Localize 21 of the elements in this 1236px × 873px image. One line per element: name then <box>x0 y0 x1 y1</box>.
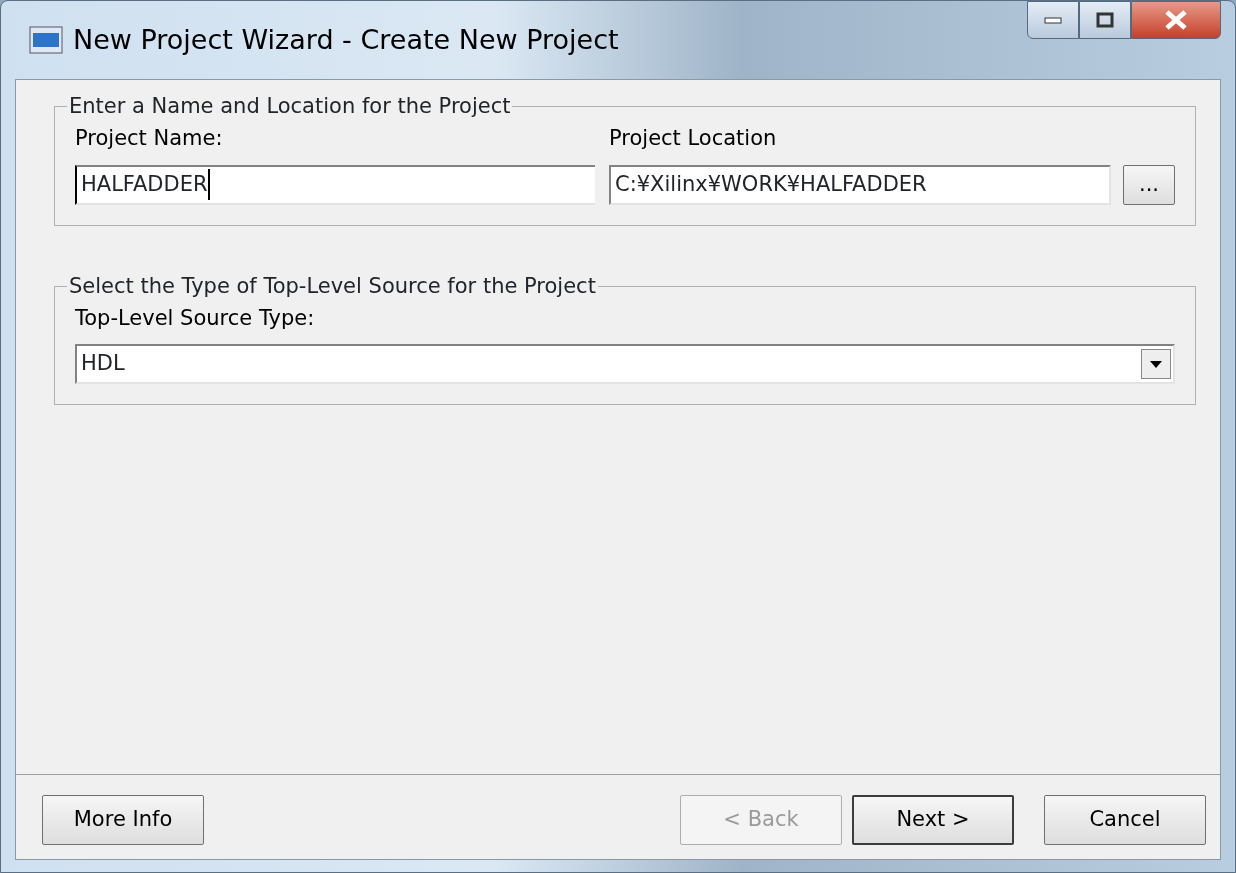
maximize-icon <box>1096 12 1114 28</box>
field-label: Top-Level Source Type: <box>75 304 316 332</box>
group-title: Select the Type of Top-Level Source for the Project <box>68 275 597 297</box>
dialog-button[interactable]: Cancel <box>1044 795 1206 845</box>
browse-button[interactable]: ... <box>1123 164 1175 205</box>
input-field[interactable]: C:¥Xilinx¥WORK¥HALFADDER <box>609 164 1111 205</box>
maximize-button[interactable] <box>1079 1 1131 39</box>
minimize-button[interactable] <box>1027 1 1079 39</box>
dropdown-arrow-icon <box>1150 360 1162 368</box>
minimize-icon <box>1044 16 1062 24</box>
field-label: Project Name: <box>75 125 224 152</box>
app-icon <box>29 26 63 54</box>
close-icon <box>1163 10 1189 30</box>
dropdown[interactable]: HDL <box>75 344 1175 384</box>
dialog-button[interactable]: Next > <box>852 795 1014 845</box>
group-title: Enter a Name and Location for the Project <box>68 96 512 117</box>
window-title: New Project Wizard - Create New Project <box>73 22 619 57</box>
dialog-button[interactable]: More Info <box>42 795 204 845</box>
field-label: Project Location <box>609 125 778 152</box>
input-field[interactable]: HALFADDER <box>75 164 595 205</box>
close-button[interactable] <box>1131 1 1221 39</box>
